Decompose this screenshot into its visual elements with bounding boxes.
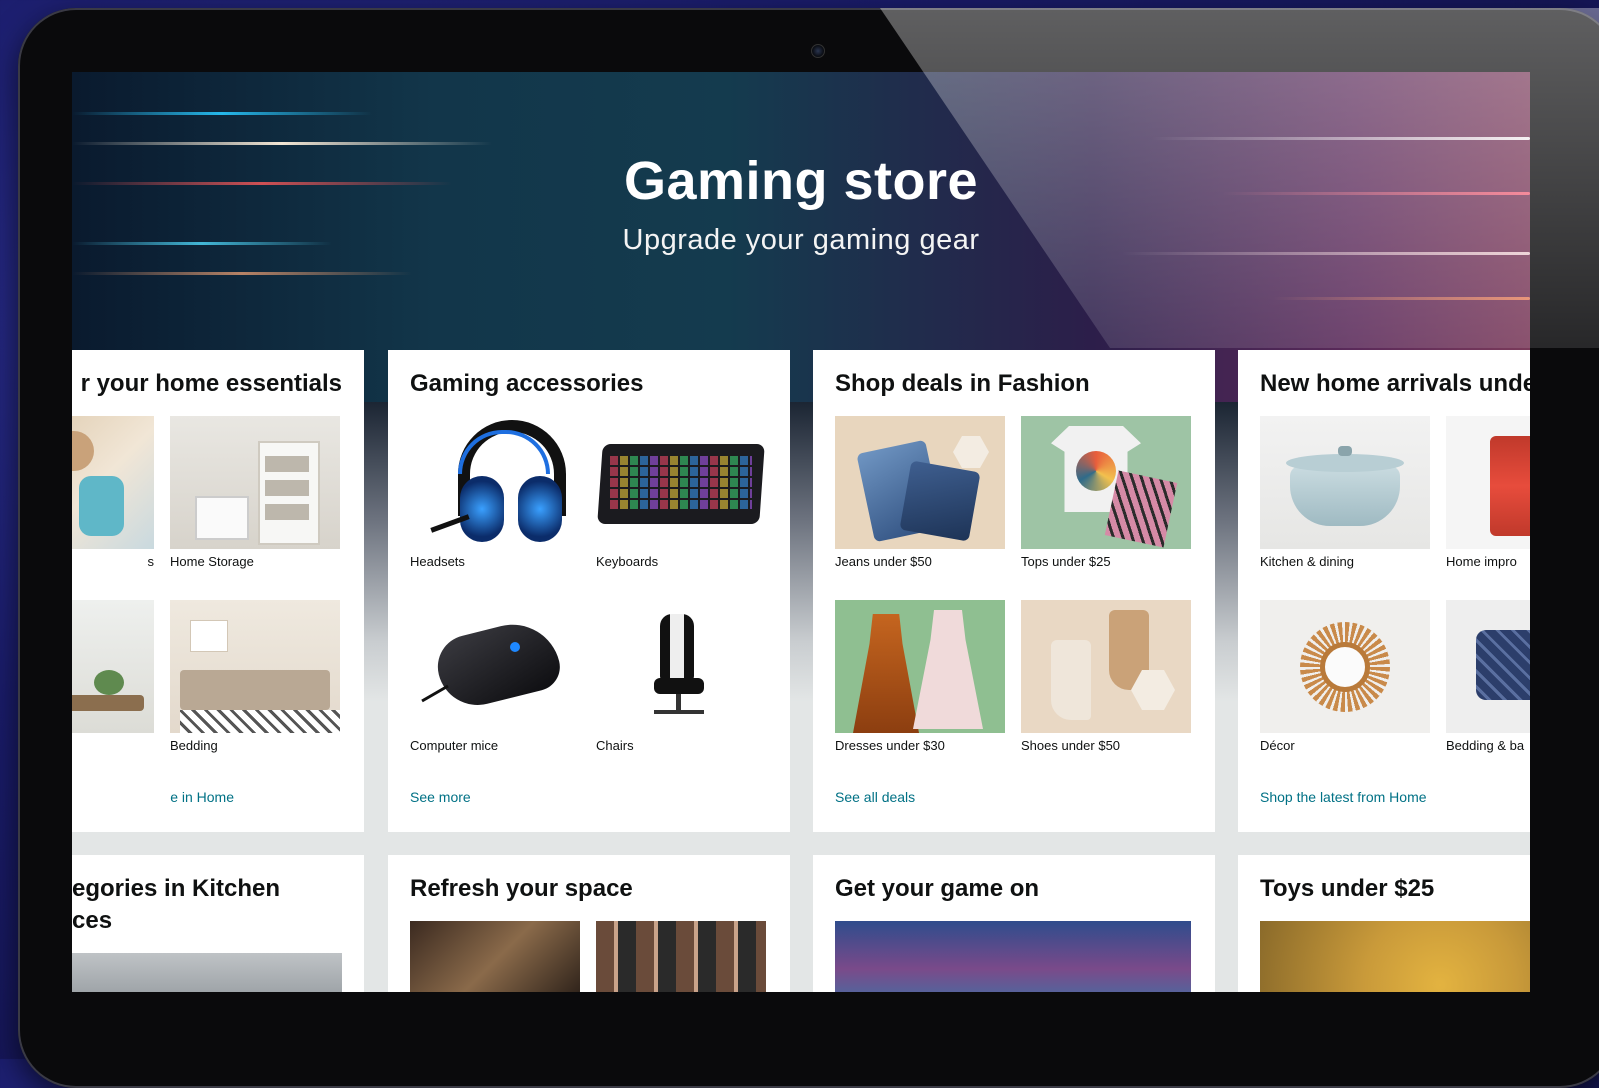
light-streak xyxy=(1152,137,1530,140)
jeans-image xyxy=(835,416,1005,549)
tile-label: Décor xyxy=(1260,738,1295,753)
hangers-image xyxy=(596,921,766,992)
cans-image xyxy=(1446,416,1530,549)
tile-tops[interactable]: Tops under $25 xyxy=(1021,416,1191,569)
kitchen-appliance-image xyxy=(72,953,342,992)
card-title: Get your game on xyxy=(835,875,1040,902)
tile-label: Home Storage xyxy=(170,554,254,569)
tile-label: Computer mice xyxy=(410,738,499,753)
card-home-essentials[interactable]: r your home essentials s Home Storage Be… xyxy=(72,350,364,832)
hero-title: Gaming store xyxy=(623,151,979,211)
sunburst-mirror-image xyxy=(1260,600,1430,733)
tile-bedding[interactable]: Bedding xyxy=(170,600,340,753)
tile-label: Bedding & ba xyxy=(1446,738,1525,753)
headset-image xyxy=(410,416,580,549)
card-new-home-arrivals[interactable]: New home arrivals unde Kitchen & dining … xyxy=(1238,350,1530,832)
card-fashion-deals[interactable]: Shop deals in Fashion Jeans under $50 To… xyxy=(813,350,1215,832)
card-title: Gaming accessories xyxy=(410,370,644,397)
card-gaming-accessories[interactable]: Gaming accessories Headsets Keyboards Co… xyxy=(388,350,790,832)
storage-shelves-image xyxy=(170,416,340,549)
tile-decor[interactable]: Décor xyxy=(1260,600,1430,753)
card-kitchen-categories[interactable]: egories in Kitchen ces xyxy=(72,855,364,992)
keyboard-image xyxy=(596,416,766,549)
light-streak xyxy=(72,112,372,115)
card-title: Toys under $25 xyxy=(1260,875,1435,902)
card-link[interactable]: Shop the latest from Home xyxy=(1260,789,1427,805)
tile-label: Chairs xyxy=(596,738,634,753)
tops-image xyxy=(1021,416,1191,549)
card-get-your-game-on[interactable]: Get your game on xyxy=(813,855,1215,992)
tile-label: Dresses under $30 xyxy=(835,738,945,753)
card-title-line2: ces xyxy=(72,907,113,934)
dresses-image xyxy=(835,600,1005,733)
card-toys-under-25[interactable]: Toys under $25 xyxy=(1238,855,1530,992)
mouse-image xyxy=(410,600,580,733)
tile-decor[interactable] xyxy=(72,600,154,738)
gift-bow-image xyxy=(1260,921,1530,992)
screen: Gaming store Upgrade your gaming gear r … xyxy=(72,72,1530,992)
tile-cleaning[interactable]: s xyxy=(72,416,154,569)
light-streak xyxy=(1272,297,1530,300)
tile-shoes[interactable]: Shoes under $50 xyxy=(1021,600,1191,753)
tile-label: Home impro xyxy=(1446,554,1517,569)
tile-kitchen-dining[interactable]: Kitchen & dining xyxy=(1260,416,1430,569)
dutch-oven-image xyxy=(1260,416,1430,549)
tile-jeans[interactable]: Jeans under $50 xyxy=(835,416,1005,569)
organizer-image xyxy=(410,921,580,992)
card-title: egories in Kitchen xyxy=(72,875,281,902)
tile-dresses[interactable]: Dresses under $30 xyxy=(835,600,1005,753)
tile-label: Keyboards xyxy=(596,554,659,569)
card-title: New home arrivals unde xyxy=(1260,370,1530,397)
tile-bedding-bath[interactable]: Bedding & ba xyxy=(1446,600,1530,753)
boots-image xyxy=(1021,600,1191,733)
card-link[interactable]: See more xyxy=(410,789,471,805)
tile-computer-mice[interactable]: Computer mice xyxy=(410,600,580,753)
tile-home-storage[interactable]: Home Storage xyxy=(170,416,340,569)
light-streak xyxy=(72,142,492,145)
plant-decor-image xyxy=(72,600,154,733)
gaming-chair-image xyxy=(596,600,766,733)
tile-label: Headsets xyxy=(410,554,465,569)
card-title: r your home essentials xyxy=(80,370,342,397)
cleaning-image xyxy=(72,416,154,549)
tile-chairs[interactable]: Chairs xyxy=(596,600,766,753)
card-title: Shop deals in Fashion xyxy=(835,370,1090,397)
card-link[interactable]: e in Home xyxy=(72,789,234,805)
card-refresh-your-space[interactable]: Refresh your space xyxy=(388,855,790,992)
bed-image xyxy=(170,600,340,733)
tile-label: Tops under $25 xyxy=(1021,554,1111,569)
light-streak xyxy=(72,272,412,275)
tile-home-improvement[interactable]: Home impro xyxy=(1446,416,1530,569)
tile-label: s xyxy=(147,554,155,569)
camera-icon xyxy=(811,44,825,58)
pillow-image xyxy=(1446,600,1530,733)
tile-keyboards[interactable]: Keyboards xyxy=(596,416,766,569)
hero-subtitle: Upgrade your gaming gear xyxy=(622,224,980,256)
tile-label: Shoes under $50 xyxy=(1021,738,1121,753)
tile-label: Kitchen & dining xyxy=(1260,554,1354,569)
gaming-banner-image xyxy=(835,921,1191,992)
tile-label: Jeans under $50 xyxy=(835,554,932,569)
card-title: Refresh your space xyxy=(410,875,633,902)
tile-headsets[interactable]: Headsets xyxy=(410,416,580,569)
tile-label: Bedding xyxy=(170,738,218,753)
card-link[interactable]: See all deals xyxy=(835,789,915,805)
